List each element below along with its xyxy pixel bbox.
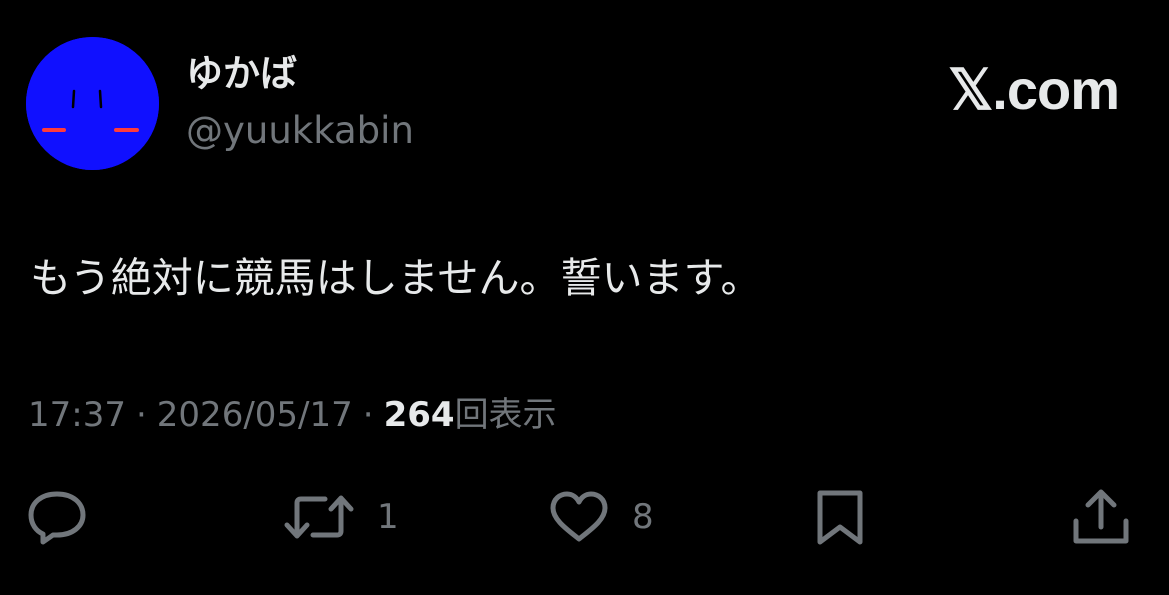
- tweet-text: もう絶対に競馬はしません。誓います。: [30, 254, 762, 302]
- avatar-face-icon: [26, 37, 159, 170]
- like-button[interactable]: 8: [548, 485, 654, 549]
- x-com-logo: 𝕏.com: [948, 58, 1120, 121]
- share-button[interactable]: [1070, 485, 1132, 549]
- bookmark-icon: [817, 490, 863, 545]
- meta-separator: ·: [135, 395, 147, 435]
- heart-icon: [550, 491, 608, 542]
- author-display-name[interactable]: ゆかば: [186, 52, 297, 96]
- tweet-meta: 17:37 · 2026/05/17 · 264回表示: [28, 392, 557, 438]
- avatar[interactable]: [26, 37, 159, 170]
- repost-count: 1: [377, 497, 399, 537]
- tweet-time[interactable]: 17:37: [28, 395, 126, 435]
- share-icon: [1073, 489, 1129, 544]
- repost-icon: [284, 495, 354, 539]
- tweet-date[interactable]: 2026/05/17: [157, 395, 353, 435]
- meta-separator: ·: [362, 395, 374, 435]
- views-count[interactable]: 264: [384, 395, 455, 435]
- bookmark-button[interactable]: [812, 485, 868, 549]
- views-label[interactable]: 回表示: [455, 395, 557, 435]
- repost-button[interactable]: 1: [283, 485, 399, 549]
- author-handle[interactable]: @yuukkabin: [186, 109, 414, 153]
- reply-icon: [28, 491, 86, 545]
- like-count: 8: [632, 497, 654, 537]
- reply-button[interactable]: [26, 485, 110, 549]
